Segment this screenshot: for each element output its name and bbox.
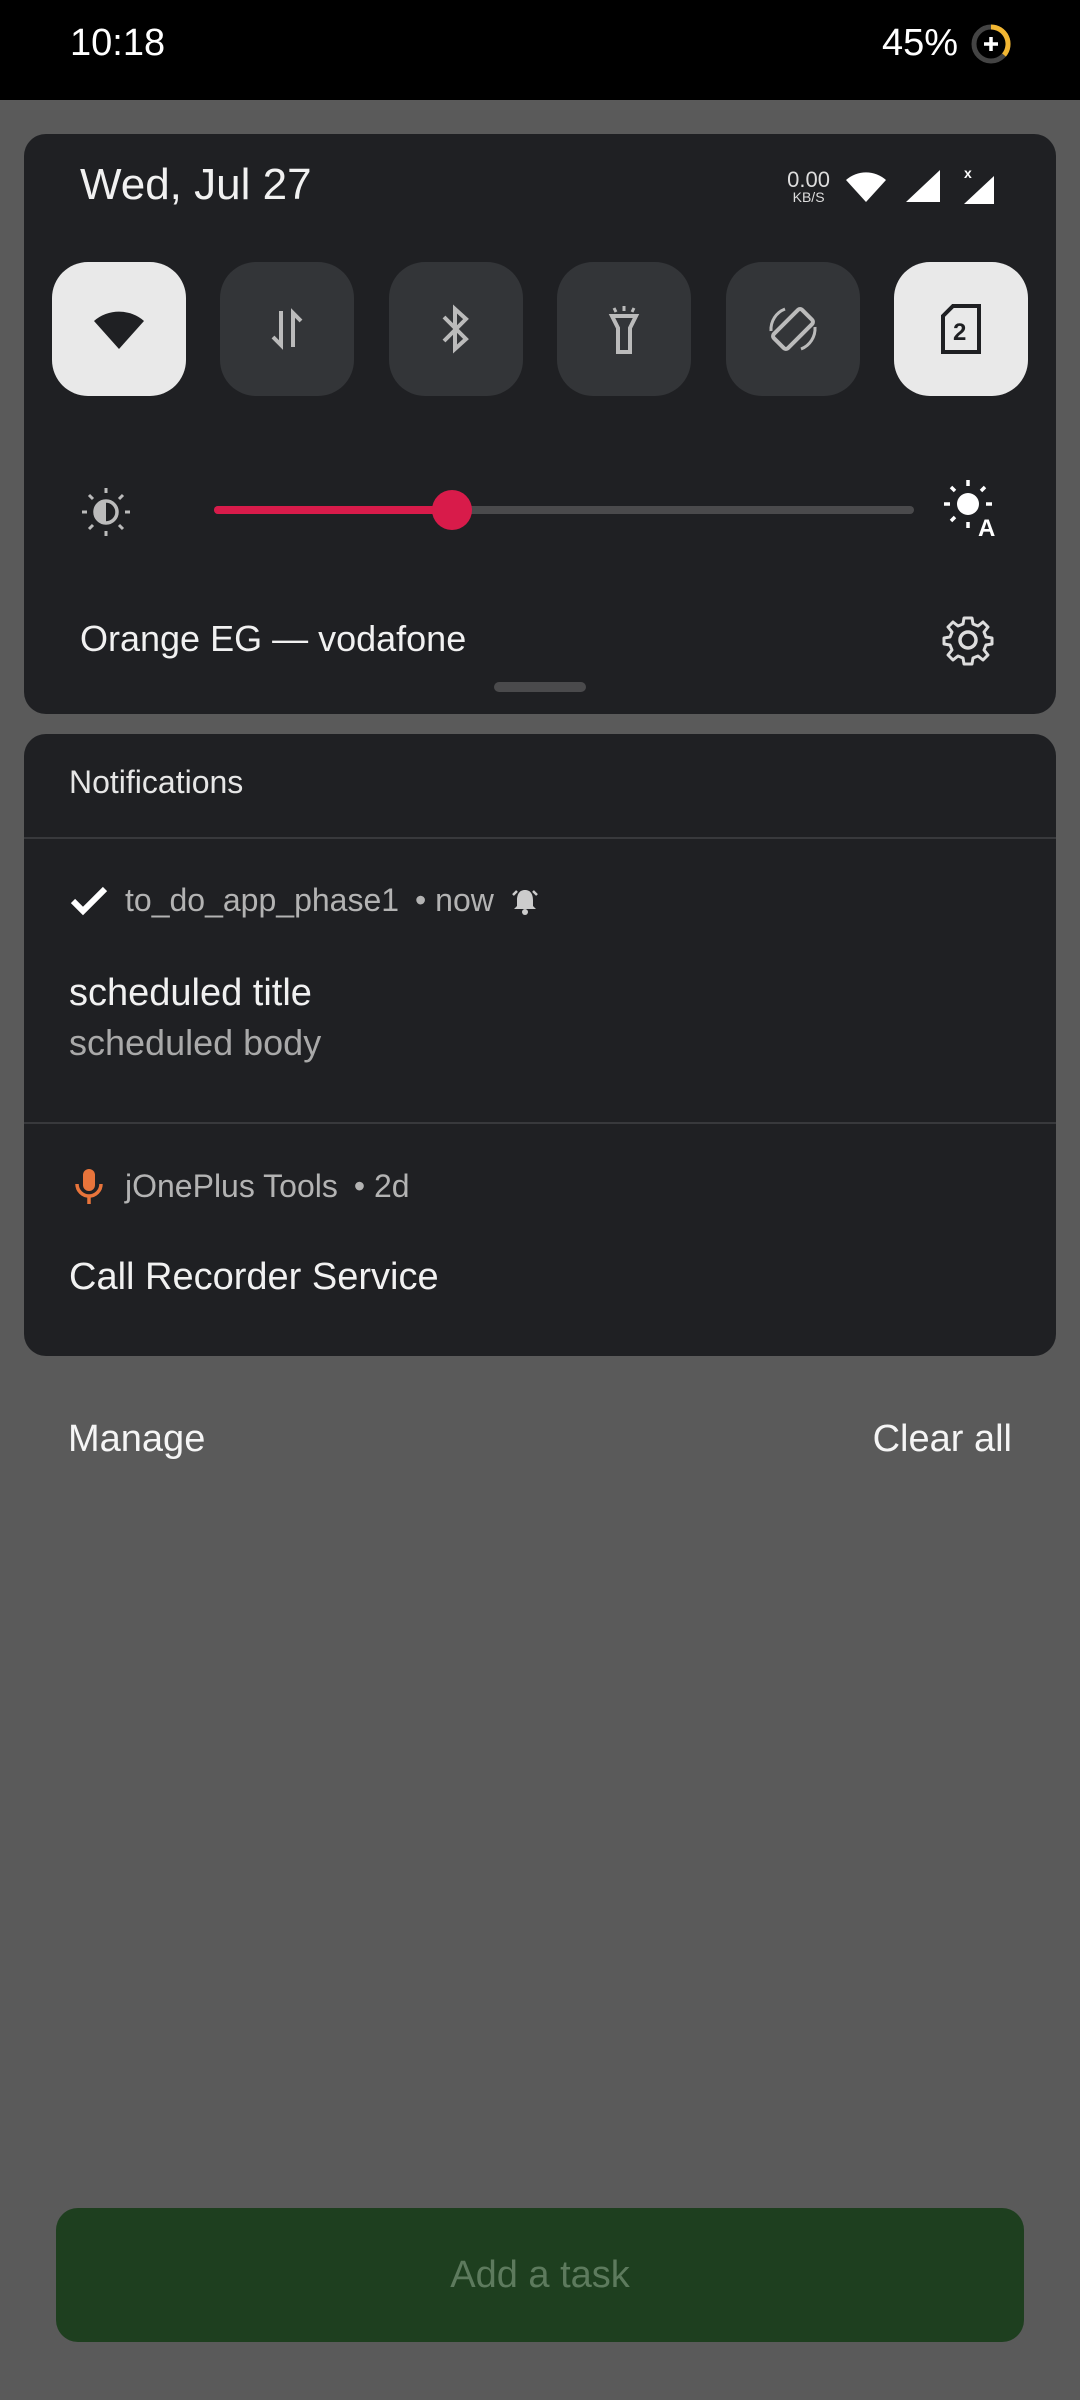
tile-bluetooth[interactable] bbox=[388, 262, 523, 396]
wifi-icon bbox=[846, 172, 886, 202]
notification-time: • now bbox=[415, 882, 494, 918]
notification-time: • 2d bbox=[353, 1167, 410, 1204]
drag-handle[interactable] bbox=[494, 682, 586, 692]
carrier-label: Orange EG — vodafone bbox=[80, 618, 467, 659]
notification-title: scheduled title bbox=[69, 972, 312, 1014]
quick-settings-panel: Wed, Jul 27 0.00 KB/S x 2 A Orange EG — … bbox=[24, 134, 1056, 714]
net-speed: 0.00 KB/S bbox=[787, 166, 830, 205]
rotate-icon bbox=[769, 307, 817, 351]
tile-auto-rotate[interactable] bbox=[725, 262, 860, 396]
notification-meta: jOnePlus Tools • 2d bbox=[69, 1166, 410, 1206]
sim-2-icon: 2 bbox=[940, 304, 981, 354]
net-speed-value: 0.00 bbox=[787, 166, 830, 192]
tile-mobile-data[interactable] bbox=[220, 262, 355, 396]
notification-app-name: jOnePlus Tools bbox=[125, 1167, 338, 1204]
clear-all-button[interactable]: Clear all bbox=[873, 1418, 1012, 1461]
notification-panel: Notifications to_do_app_phase1 • now sch… bbox=[24, 734, 1056, 1356]
bluetooth-icon bbox=[442, 304, 469, 354]
brightness-control: A bbox=[80, 478, 1000, 538]
battery-indicator: 45% bbox=[882, 22, 1012, 65]
sim-2-label: 2 bbox=[953, 319, 966, 346]
svg-text:x: x bbox=[964, 166, 972, 181]
check-icon bbox=[70, 886, 108, 915]
battery-saver-icon bbox=[971, 23, 1011, 63]
net-speed-unit: KB/S bbox=[792, 188, 825, 205]
status-bar: 10:18 45% bbox=[0, 0, 1080, 100]
date-label[interactable]: Wed, Jul 27 bbox=[80, 160, 312, 210]
divider bbox=[24, 837, 1056, 839]
notification-meta: to_do_app_phase1 • now bbox=[69, 882, 540, 919]
data-arrows-icon bbox=[271, 308, 303, 350]
brightness-low-icon bbox=[82, 488, 130, 536]
svg-text:A: A bbox=[978, 515, 995, 538]
battery-percent: 45% bbox=[881, 22, 958, 64]
brightness-slider[interactable] bbox=[214, 490, 914, 530]
notifications-header: Notifications bbox=[69, 764, 244, 800]
notification-title: Call Recorder Service bbox=[69, 1256, 439, 1298]
tile-sim-2[interactable]: 2 bbox=[893, 262, 1028, 396]
tile-wifi[interactable] bbox=[52, 262, 186, 396]
add-task-label: Add a task bbox=[450, 2253, 630, 2296]
signal-no-data-icon: x bbox=[964, 166, 994, 204]
clock: 10:18 bbox=[70, 22, 166, 64]
notification-app-name: to_do_app_phase1 bbox=[125, 882, 400, 918]
wifi-icon bbox=[94, 311, 144, 349]
divider bbox=[24, 1122, 1056, 1124]
mic-icon bbox=[75, 1169, 103, 1204]
brightness-thumb[interactable] bbox=[432, 490, 472, 530]
notification-body: scheduled body bbox=[69, 1022, 322, 1063]
quick-tiles: 2 bbox=[52, 262, 1028, 396]
flashlight-icon bbox=[608, 306, 640, 354]
tile-flashlight[interactable] bbox=[557, 262, 692, 396]
add-task-button[interactable]: Add a task bbox=[56, 2208, 1024, 2342]
alarm-bell-icon bbox=[511, 889, 538, 915]
settings-gear-icon[interactable] bbox=[942, 614, 994, 666]
status-icons: 0.00 KB/S x bbox=[787, 166, 996, 206]
signal-icon bbox=[906, 170, 940, 202]
brightness-fill bbox=[214, 506, 452, 514]
notification-actions: Manage Clear all bbox=[68, 1418, 1012, 1461]
manage-button[interactable]: Manage bbox=[68, 1418, 205, 1461]
auto-brightness-icon[interactable]: A bbox=[942, 478, 1000, 538]
